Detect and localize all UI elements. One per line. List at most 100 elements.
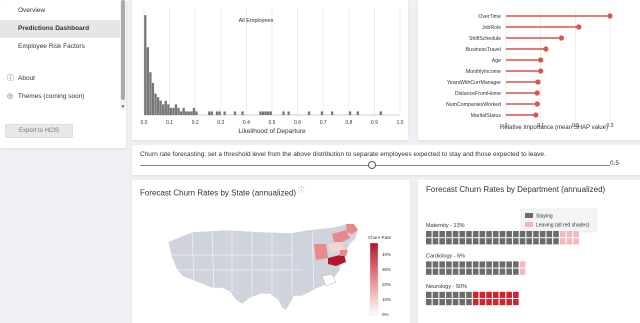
waffle-cell-staying	[506, 261, 512, 268]
histogram-x-tick-label: 0.4	[243, 120, 250, 126]
waffle-cell-staying	[426, 261, 432, 268]
state-churn-map-panel: Forecast Churn Rates by State (annualize…	[132, 180, 410, 323]
waffle-cell-staying	[426, 268, 432, 275]
waffle-cell-leaving	[573, 231, 579, 238]
waffle-cell-staying	[432, 268, 439, 275]
threshold-value: 0.5	[610, 160, 620, 167]
waffle-cell-leaving	[499, 299, 506, 306]
histogram-bar	[282, 111, 285, 115]
histogram-title: All Employees	[239, 18, 274, 24]
sidebar-item-label: Overview	[18, 7, 46, 14]
waffle-cell-staying	[519, 238, 526, 245]
waffle-cell-staying	[432, 261, 439, 268]
histogram-bar	[320, 111, 324, 115]
state-maryland[interactable]	[340, 250, 348, 256]
shap-x-axis-label: Relative Importance (mean SHAP value)	[500, 125, 608, 131]
shap-lollipop-point	[543, 46, 549, 52]
legend-swatch-leaving	[525, 222, 533, 227]
sidebar-item-about[interactable]: ⓘ About	[0, 70, 120, 88]
scrollbar-thumb[interactable]	[121, 0, 125, 100]
shap-feature-label: MaritalStatus	[471, 113, 502, 119]
waffle-cell-leaving	[513, 291, 519, 298]
histogram-bar	[146, 47, 149, 115]
histogram-bar	[269, 111, 272, 115]
waffle-cell-staying	[553, 238, 559, 245]
waffle-cell-staying	[432, 291, 439, 298]
sidebar-item-themes[interactable]: ◎ Themes (coming soon)	[0, 88, 120, 106]
waffle-cell-leaving	[566, 231, 573, 238]
histogram-x-tick-label: 0.2	[192, 120, 199, 126]
histogram-bar	[210, 111, 213, 115]
waffle-cell-staying	[459, 299, 466, 306]
threshold-slider-handle[interactable]	[368, 161, 376, 169]
waffle-cell-staying	[492, 238, 499, 245]
legend-swatch-staying	[525, 213, 533, 218]
legend-tick: 30%	[382, 267, 391, 272]
waffle-cell-staying	[553, 231, 559, 238]
histogram-bar	[179, 111, 183, 115]
waffle-cell-staying	[439, 291, 445, 298]
waffle-cell-staying	[432, 231, 439, 238]
palette-icon: ◎	[7, 93, 14, 100]
waffle-cell-staying	[479, 261, 486, 268]
waffle-cell-staying	[459, 268, 466, 275]
state-ohio[interactable]	[314, 244, 328, 260]
waffle-cell-leaving	[513, 299, 519, 306]
histogram-bar	[174, 104, 178, 115]
waffle-cell-staying	[459, 261, 466, 268]
waffle-cell-staying	[526, 238, 533, 245]
shap-feature-label: BusinessTravel	[466, 47, 501, 53]
histogram-bar	[241, 111, 244, 115]
legend-label-leaving: Leaving (all red shades)	[536, 223, 590, 229]
shap-feature-label: MonthlyIncome	[466, 69, 501, 75]
sidebar-item-employee-risk-factors[interactable]: Employee Risk Factors	[0, 38, 120, 56]
waffle-cell-staying	[472, 238, 479, 245]
waffle-cell-staying	[452, 261, 459, 268]
waffle-cell-staying	[446, 291, 452, 298]
histogram-bar	[169, 107, 173, 115]
waffle-cell-staying	[499, 261, 506, 268]
waffle-cell-staying	[539, 238, 546, 245]
histogram-x-tick-label: 0.9	[371, 120, 378, 126]
export-to-hcis-button[interactable]: Export to HCIS	[5, 124, 73, 138]
waffle-department-label: Maternity - 13%	[426, 223, 465, 229]
histogram-bar	[149, 72, 152, 115]
shap-feature-label: NumCompaniesWorked	[446, 102, 501, 108]
histogram-bar	[356, 111, 359, 115]
histogram-bar	[287, 111, 290, 115]
histogram-bar	[144, 15, 147, 116]
sidebar-scrollbar[interactable]: ▼	[120, 0, 126, 110]
shap-feature-label: YearsWithCurrManager	[447, 80, 501, 86]
histogram-bar	[208, 111, 211, 115]
waffle-cell-staying	[439, 299, 445, 306]
histogram-bar	[267, 111, 270, 115]
histogram-bar	[172, 107, 175, 115]
scroll-down-arrow-icon[interactable]: ▼	[120, 104, 126, 110]
waffle-cell-staying	[432, 299, 439, 306]
sidebar-item-overview[interactable]: Overview	[0, 2, 120, 20]
waffle-cell-staying	[459, 231, 466, 238]
histogram-bar	[307, 111, 311, 115]
waffle-cell-staying	[506, 231, 512, 238]
histogram-bar	[182, 107, 185, 115]
histogram-x-tick-label: 0.1	[166, 120, 173, 126]
histogram-bar	[223, 111, 226, 115]
histogram-bar	[348, 111, 352, 115]
waffle-cell-staying	[546, 231, 553, 238]
legend-tick: 10%	[382, 297, 391, 302]
waffle-cell-staying	[479, 268, 486, 275]
shap-feature-label: OverTime	[478, 14, 501, 20]
shap-lollipop-point	[534, 90, 540, 96]
histogram-x-axis-label: Likelihood of Departure	[238, 128, 306, 135]
department-waffle-chart: Staying Leaving (all red shades) Materni…	[426, 208, 598, 306]
histogram-bar	[187, 111, 190, 115]
waffle-cell-leaving	[486, 291, 492, 298]
waffle-cell-leaving	[472, 299, 479, 306]
waffle-cell-leaving	[492, 291, 499, 298]
waffle-department-label: Neurology - 50%	[426, 284, 467, 290]
shap-lollipop-point	[534, 101, 540, 107]
waffle-cell-staying	[466, 261, 472, 268]
sidebar-item-predictions-dashboard[interactable]: Predictions Dashboard	[0, 20, 120, 38]
histogram-bar	[159, 100, 162, 115]
waffle-department-label: Cardiology - 6%	[426, 253, 465, 259]
